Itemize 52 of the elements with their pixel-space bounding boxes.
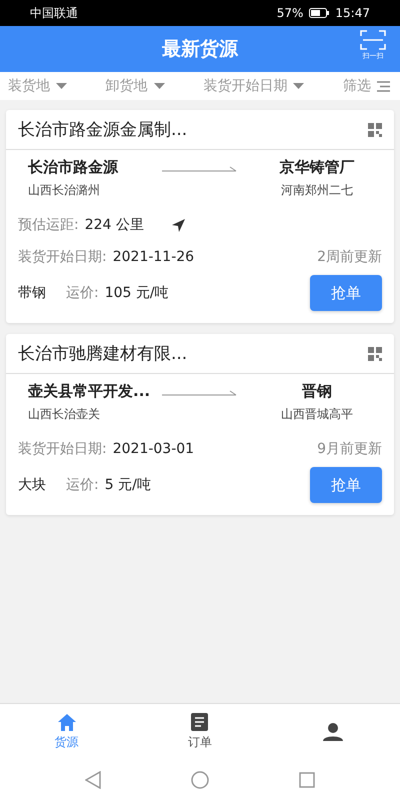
back-icon[interactable] [85, 771, 101, 789]
caret-icon [154, 83, 165, 89]
carrier-name: 中国联通 [30, 4, 78, 22]
clock-time: 15:47 [335, 6, 370, 20]
destination-area: 河南郑州二七 [281, 182, 353, 199]
company-name: 长治市驰腾建材有限... [18, 343, 188, 365]
goods-type: 带钢 [18, 284, 46, 302]
filter-dropdown[interactable]: 卸货地 [106, 77, 165, 95]
grab-order-button[interactable]: 抢单 [310, 275, 382, 311]
user-icon [323, 723, 344, 741]
battery-level: 57% [276, 6, 304, 20]
origin-name: 长治市路金源 [28, 158, 118, 177]
arrow-icon [162, 390, 238, 398]
origin-area: 山西长治潞州 [28, 182, 100, 199]
filter-dropdown[interactable]: 筛选 [342, 77, 390, 95]
date-value: 2021-11-26 [112, 249, 194, 265]
company-name: 长治市路金源金属制... [18, 119, 188, 141]
page-title: 最新货源 [162, 37, 238, 62]
qr-code-icon[interactable] [368, 346, 382, 360]
destination-area: 山西晋城高平 [281, 406, 353, 423]
date-label: 装货开始日期: [18, 440, 107, 458]
battery-icon [309, 8, 330, 18]
updated-time: 9月前更新 [317, 440, 382, 458]
updated-time: 2周前更新 [317, 248, 382, 266]
filter-dropdown[interactable]: 装货地 [8, 77, 67, 95]
price-value: 5 元/吨 [104, 476, 151, 494]
goods-type: 大块 [18, 476, 46, 494]
filter-dropdown[interactable]: 装货开始日期 [203, 77, 304, 95]
nav-tab[interactable]: 货源 [0, 704, 134, 760]
date-value: 2021-03-01 [112, 441, 194, 457]
arrow-icon [162, 166, 238, 174]
home-circle-icon[interactable] [191, 771, 209, 789]
caret-icon [56, 83, 67, 89]
nav-tab[interactable]: 订单 [133, 704, 267, 760]
qr-code-icon[interactable] [368, 122, 382, 136]
menu-icon [376, 80, 390, 92]
price-label: 运价: [66, 476, 99, 494]
price-value: 105 元/吨 [104, 284, 169, 302]
origin-area: 山西长治壶关 [28, 406, 100, 423]
distance-value: 224 公里 [84, 216, 144, 234]
home-icon [58, 714, 76, 730]
navigation-icon[interactable] [172, 218, 185, 232]
origin-name: 壶关县常平开发... [28, 382, 150, 401]
caret-icon [293, 83, 304, 89]
grab-order-button[interactable]: 抢单 [310, 467, 382, 503]
distance-label: 预估运距: [18, 216, 79, 234]
recent-apps-icon[interactable] [299, 772, 315, 788]
destination-name: 晋钢 [302, 382, 332, 401]
document-icon [191, 713, 208, 731]
date-label: 装货开始日期: [18, 248, 107, 266]
price-label: 运价: [66, 284, 99, 302]
destination-name: 京华铸管厂 [280, 158, 354, 177]
